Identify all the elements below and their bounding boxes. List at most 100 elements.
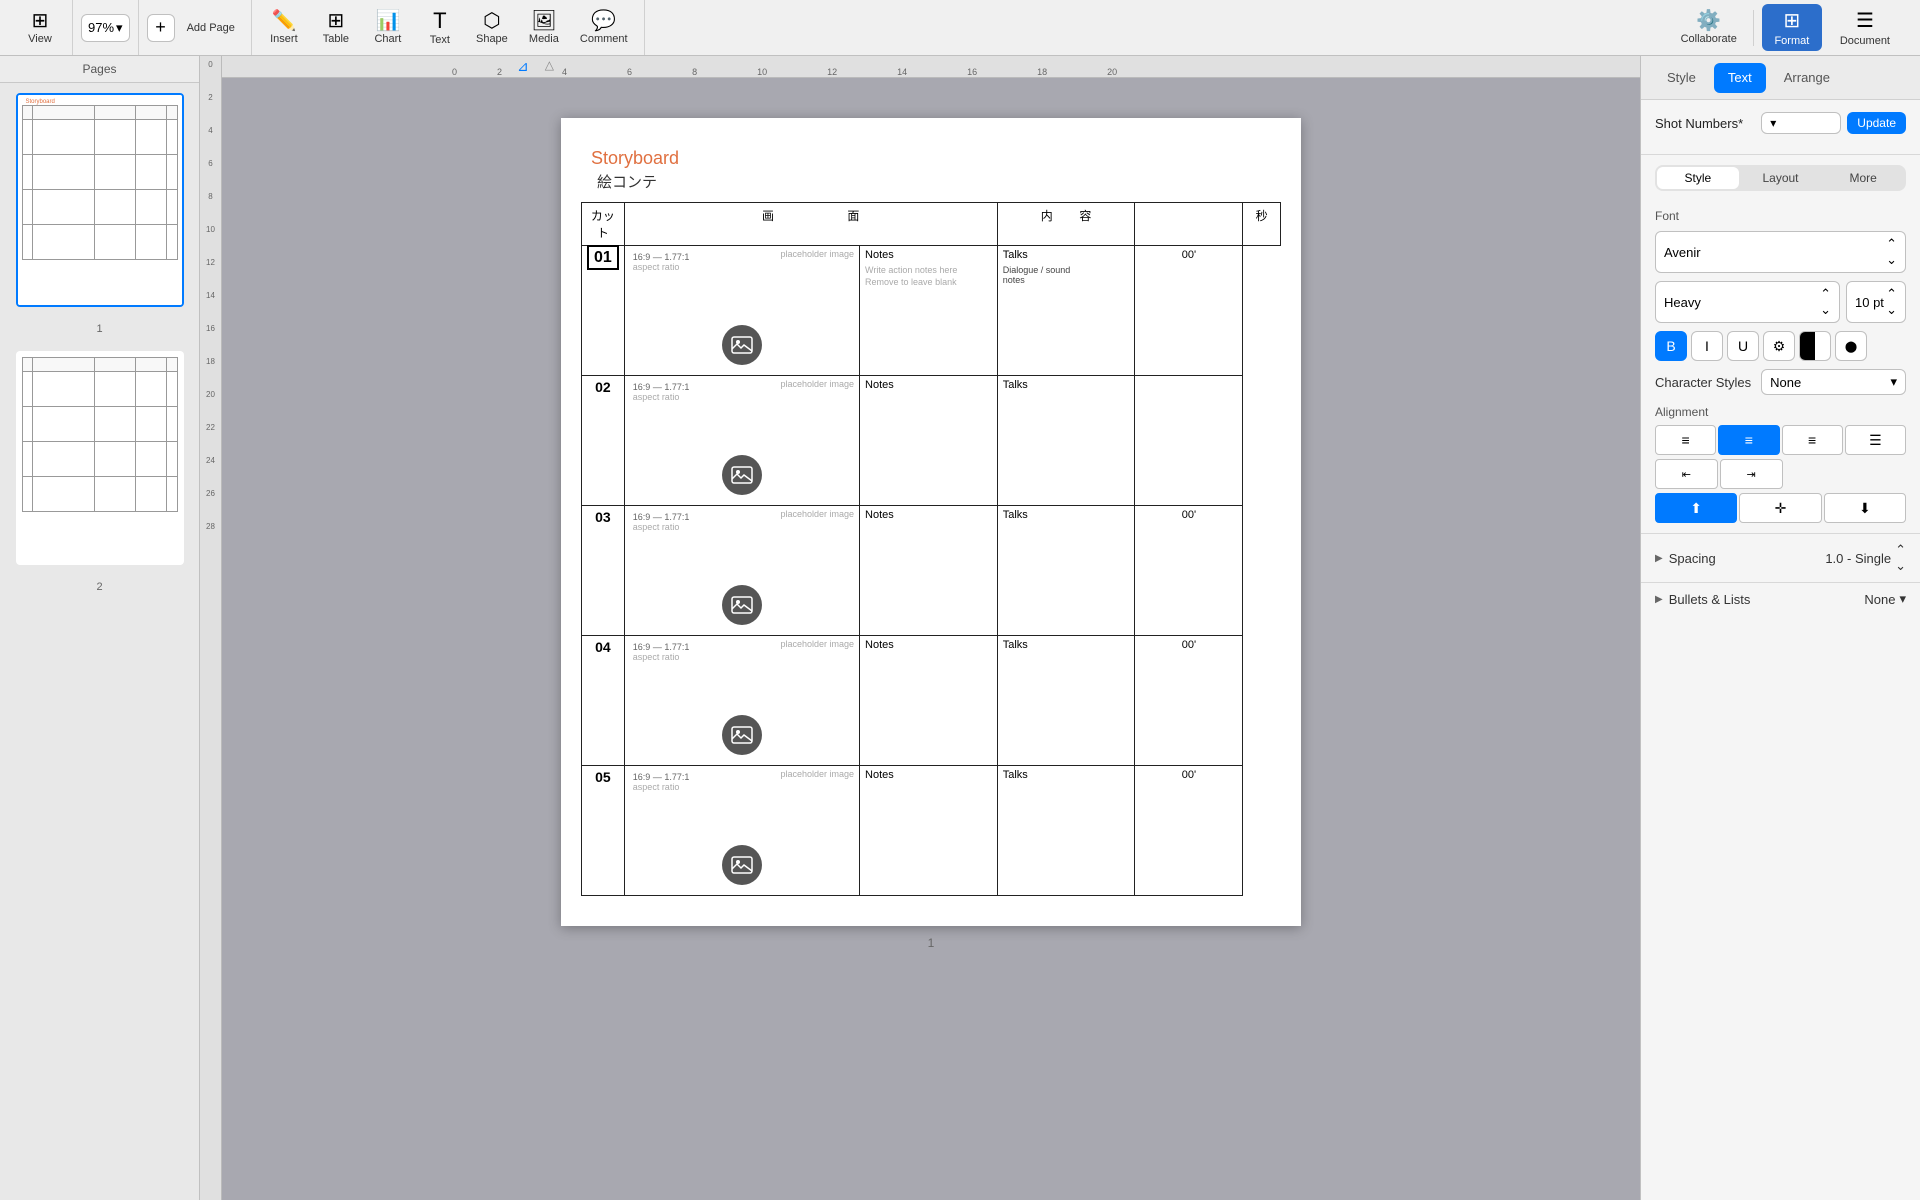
align-top-button[interactable]: ⬆ [1655, 493, 1737, 523]
row-03-notes: Notes [860, 506, 998, 636]
col-header-visual: 画 面 [624, 203, 997, 246]
toolbar: ⊞ View 97% ▾ + Add Page ✏️ Insert ⊞ Tabl… [0, 0, 1920, 56]
ruler-tick-10: 10 [757, 67, 767, 77]
alignment-section: Alignment ≡ ≡ ≡ ☰ ⇤ [1641, 399, 1920, 533]
align-left-icon: ≡ [1682, 432, 1690, 448]
align-left-button[interactable]: ≡ [1655, 425, 1716, 455]
tab-text[interactable]: Text [1714, 63, 1766, 93]
alignment-h-row: ≡ ≡ ≡ ☰ [1655, 425, 1906, 455]
inner-tab-style[interactable]: Style [1657, 167, 1739, 189]
ruler-mark-16: 16 [206, 324, 215, 333]
character-styles-row: Character Styles None ▾ [1641, 365, 1920, 399]
visual-image-icon [722, 585, 762, 625]
font-weight-value: Heavy [1664, 295, 1701, 310]
table-button[interactable]: ⊞ Table [312, 6, 360, 50]
inner-tab-more[interactable]: More [1822, 167, 1904, 189]
indent-decrease-button[interactable]: ⇤ [1655, 459, 1718, 489]
bullets-label: Bullets & Lists [1669, 592, 1751, 607]
storyboard-title: Storyboard [581, 148, 1281, 169]
char-styles-select[interactable]: None ▾ [1761, 369, 1906, 395]
italic-button[interactable]: I [1691, 331, 1723, 361]
bullets-chevron-icon: ▾ [1899, 591, 1906, 607]
text-options-button[interactable]: ⚙ [1763, 331, 1795, 361]
char-styles-chevron-icon: ▾ [1890, 374, 1897, 390]
col-header-cut: カット [582, 203, 625, 246]
ruler-tick-6: 6 [627, 67, 632, 77]
row-05-notes: Notes [860, 766, 998, 896]
right-panel: Style Text Arrange Shot Numbers* ▾ Updat… [1640, 56, 1920, 1200]
page-thumb-2[interactable] [16, 351, 184, 565]
view-icon: ⊞ [32, 11, 49, 31]
ruler-tick-2: 2 [497, 67, 502, 77]
tab-arrange[interactable]: Arrange [1770, 63, 1844, 93]
media-button[interactable]: 🖼 Media [520, 6, 568, 50]
font-name-select[interactable]: Avenir ⌃⌄ [1655, 231, 1906, 273]
align-justify-button[interactable]: ☰ [1845, 425, 1906, 455]
font-name-row: Avenir ⌃⌄ [1641, 227, 1920, 277]
zoom-control[interactable]: 97% ▾ [81, 14, 130, 42]
row-01-visual: 16:9 — 1.77:1aspect ratio placeholder im… [624, 246, 859, 376]
ruler-mark-8: 8 [208, 192, 212, 201]
font-weight-select[interactable]: Heavy ⌃⌄ [1655, 281, 1840, 323]
shape-button[interactable]: ⬡ Shape [468, 6, 516, 50]
chart-label: Chart [374, 33, 401, 45]
add-page-label-button[interactable]: Add Page [179, 6, 243, 50]
bold-button[interactable]: B [1655, 331, 1687, 361]
bullets-row[interactable]: ▶ Bullets & Lists None ▾ [1641, 582, 1920, 615]
canvas-scroll[interactable]: 0 2 4 6 8 10 12 14 16 18 20 ⊿ △ [222, 56, 1640, 1200]
visual-placeholder-label: placeholder image [780, 249, 854, 259]
update-button[interactable]: Update [1847, 112, 1906, 134]
align-right-button[interactable]: ≡ [1782, 425, 1843, 455]
text-icon: T [433, 10, 446, 32]
ruler-tick-16: 16 [967, 67, 977, 77]
media-icon: 🖼 [531, 11, 556, 31]
page-thumb-1-inner: Storyboard [18, 95, 182, 305]
canvas-wrapper: 0 2 4 6 8 10 12 14 16 18 20 22 24 26 28 … [200, 56, 1640, 1200]
color-picker-button[interactable]: ⬤ [1835, 331, 1867, 361]
row-01-num-badge: 01 [587, 245, 619, 270]
comment-button[interactable]: 💬 Comment [572, 6, 636, 50]
row-01-sec: 00' [1135, 246, 1243, 376]
shot-numbers-dropdown[interactable]: ▾ [1761, 112, 1841, 134]
col-header-inner-3: 内 [1041, 209, 1053, 223]
chart-button[interactable]: 📊 Chart [364, 6, 412, 50]
view-button[interactable]: ⊞ View [16, 6, 64, 50]
tab-style[interactable]: Style [1653, 63, 1710, 93]
font-size-input[interactable]: 10 pt ⌃⌄ [1846, 281, 1906, 323]
row-05-sec: 00' [1135, 766, 1243, 896]
font-chevron-icon: ⌃⌄ [1886, 236, 1897, 268]
ruler-mark-12: 12 [206, 258, 215, 267]
font-section-title: Font [1641, 201, 1920, 227]
text-button[interactable]: T Text [416, 6, 464, 50]
inner-tab-layout[interactable]: Layout [1740, 167, 1822, 189]
chevron-down-icon: ▾ [1770, 116, 1776, 130]
ruler-mark-2: 2 [208, 93, 212, 102]
right-panel-header: Style Text Arrange [1641, 56, 1920, 100]
toolbar-addpage-group: + Add Page [139, 0, 252, 55]
visual-placeholder-label: placeholder image [780, 379, 854, 389]
insert-button[interactable]: ✏️ Insert [260, 6, 308, 50]
align-bottom-button[interactable]: ⬇ [1824, 493, 1906, 523]
visual-placeholder-label: placeholder image [780, 769, 854, 779]
page-thumb-1[interactable]: Storyboard [16, 93, 184, 307]
color-swatch[interactable] [1799, 331, 1831, 361]
align-center-icon: ≡ [1745, 432, 1753, 448]
collaborate-button[interactable]: ⚙️ Collaborate [1673, 6, 1745, 50]
ruler-tick-14: 14 [897, 67, 907, 77]
table-row: 02 16:9 — 1.77:1aspect ratio placeholder… [582, 376, 1281, 506]
format-button[interactable]: ⊞ Format [1762, 4, 1822, 51]
collaborate-icon: ⚙️ [1696, 11, 1721, 31]
col-header-visual-1: 画 [762, 209, 774, 223]
underline-button[interactable]: U [1727, 331, 1759, 361]
indent-increase-button[interactable]: ⇥ [1720, 459, 1783, 489]
format-icon: ⊞ [1783, 8, 1800, 33]
table-row: 01 16:9 — 1.77:1aspect ratio placeholder… [582, 246, 1281, 376]
table-row: 03 16:9 — 1.77:1aspect ratio placeholder… [582, 506, 1281, 636]
add-page-button[interactable]: + [147, 14, 175, 42]
char-styles-label: Character Styles [1655, 375, 1751, 390]
align-middle-button[interactable]: ✛ [1739, 493, 1821, 523]
row-01-cut: 01 [582, 246, 625, 376]
document-button[interactable]: ☰ Document [1830, 4, 1900, 51]
spacing-row[interactable]: ▶ Spacing 1.0 - Single ⌃⌄ [1641, 533, 1920, 582]
align-center-button[interactable]: ≡ [1718, 425, 1779, 455]
